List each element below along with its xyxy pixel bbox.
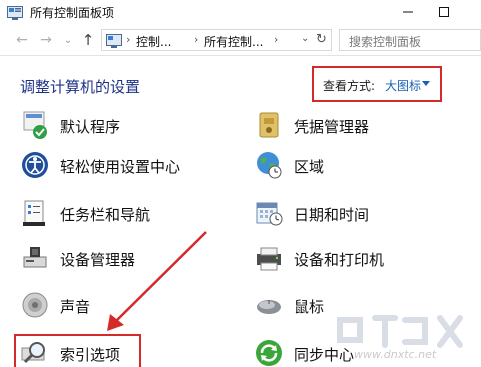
item-label: 声音 [60, 298, 91, 316]
back-arrow-icon[interactable]: ← [14, 32, 30, 48]
address-control-panel-icon [106, 33, 122, 48]
item-label: 轻松使用设置中心 [60, 158, 181, 176]
item-label: 凭据管理器 [294, 118, 370, 136]
breadcrumb-separator[interactable]: › [194, 33, 198, 46]
watermark-text: www.dnxtc.net [354, 348, 437, 361]
maximize-button[interactable] [426, 0, 462, 24]
control-panel-icon [7, 5, 23, 20]
indexing-options-highlight [14, 334, 141, 367]
taskbar-icon [20, 198, 50, 228]
item-label: 区域 [294, 158, 325, 176]
ease-of-access-icon [20, 150, 50, 180]
navigation-bar: ← → ⌄ ↑ › 控制... › 所有控制... › ⌄ ↻ 搜索控制面板 [0, 24, 481, 56]
item-label: 设备管理器 [60, 251, 136, 269]
credential-manager-icon [254, 110, 284, 140]
minimize-button[interactable] [390, 0, 426, 24]
forward-arrow-icon[interactable]: → [38, 32, 54, 48]
default-programs-icon [20, 110, 50, 140]
view-by-label: 查看方式: [323, 79, 376, 93]
refresh-icon[interactable]: ↻ [316, 32, 327, 47]
sound-icon [20, 290, 50, 320]
search-placeholder[interactable]: 搜索控制面板 [349, 33, 421, 50]
breadcrumb-control-panel[interactable]: 控制... [136, 33, 171, 50]
item-label: 默认程序 [60, 118, 121, 136]
view-by-highlight: 查看方式: 大图标 [312, 66, 442, 102]
address-bar[interactable]: › 控制... › 所有控制... › ⌄ ↻ [101, 29, 332, 51]
search-box[interactable]: 搜索控制面板 [339, 29, 481, 51]
mouse-icon [254, 290, 284, 320]
view-by-dropdown[interactable]: 大图标 [385, 77, 421, 94]
up-arrow-icon[interactable]: ↑ [80, 31, 96, 49]
devices-printers-icon [254, 243, 284, 273]
window-title: 所有控制面板项 [30, 6, 115, 20]
date-time-icon [254, 198, 284, 228]
device-manager-icon [20, 243, 50, 273]
address-dropdown-icon[interactable]: ⌄ [301, 33, 309, 44]
breadcrumb-all-items[interactable]: 所有控制... [204, 33, 263, 50]
breadcrumb-separator[interactable]: › [126, 33, 130, 46]
dropdown-caret-icon[interactable] [422, 81, 430, 86]
recent-locations-chevron-icon[interactable]: ⌄ [60, 32, 76, 48]
item-label: 设备和打印机 [294, 251, 385, 269]
breadcrumb-separator[interactable]: › [274, 33, 278, 46]
page-heading: 调整计算机的设置 [20, 78, 141, 96]
item-label: 任务栏和导航 [60, 206, 151, 224]
sync-center-icon [254, 338, 284, 367]
region-icon [254, 150, 284, 180]
item-label: 日期和时间 [294, 206, 370, 224]
title-bar: 所有控制面板项 [0, 0, 481, 24]
